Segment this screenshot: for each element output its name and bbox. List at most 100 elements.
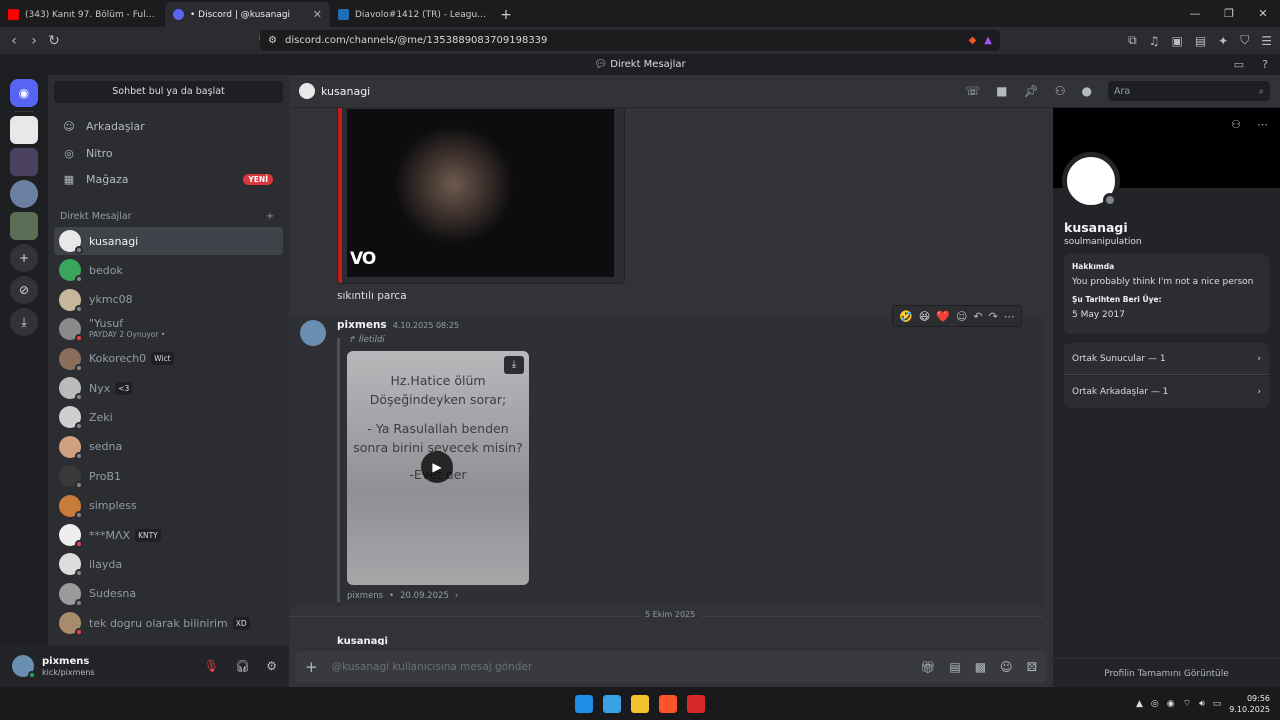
server-icon[interactable]	[10, 116, 38, 144]
add-reaction-icon[interactable]: ☺	[956, 310, 967, 323]
reaction-rofl[interactable]: 🤣	[899, 310, 913, 323]
reply-icon[interactable]: ↶	[973, 310, 982, 323]
attach-icon[interactable]: +	[305, 658, 318, 676]
server-folder-icon[interactable]	[10, 212, 38, 240]
avatar[interactable]	[12, 655, 36, 679]
vpn-icon[interactable]: ⛉	[1240, 33, 1249, 48]
pinned-icon[interactable]: 📌︎	[1024, 84, 1039, 98]
volume-icon[interactable]: 🔊︎	[1199, 699, 1205, 709]
clock[interactable]: 09:56 9.10.2025	[1229, 693, 1270, 715]
mutual-servers[interactable]: Ortak Sunucular — 1 ›	[1064, 343, 1269, 375]
discord-home-icon[interactable]: ◉	[10, 79, 38, 107]
settings-gear-icon[interactable]: ⚙︎	[266, 659, 277, 673]
dm-item[interactable]: ilayda	[54, 550, 283, 578]
brave-shields-icon[interactable]: ◆	[969, 35, 977, 46]
close-window-icon[interactable]: ✕	[1246, 0, 1280, 27]
browser-tab-youtube[interactable]: (343) Kanıt 97. Bölüm - Full Bölüm -	[0, 2, 165, 27]
nav-shop[interactable]: ▦ Mağaza YENİ	[54, 166, 283, 192]
mutual-friends[interactable]: Ortak Arkadaşlar — 1 ›	[1064, 376, 1269, 408]
wifi-icon[interactable]: ⌔	[1183, 698, 1191, 709]
dm-item[interactable]: ***MΛX KNTY	[54, 521, 283, 549]
reload-icon[interactable]: ↻	[44, 33, 64, 49]
download-icon[interactable]: ⤓	[10, 308, 38, 336]
forward-source[interactable]: pixmens • 20.09.2025 ›	[347, 591, 458, 601]
close-tab-icon[interactable]: ✕	[313, 8, 322, 21]
wallet-icon[interactable]: ▤	[1195, 34, 1206, 48]
help-icon[interactable]: ?	[1262, 54, 1268, 75]
dm-item[interactable]: ykmc08	[54, 286, 283, 314]
dm-item[interactable]: sedna	[54, 433, 283, 461]
more-icon[interactable]: ⋯	[1004, 310, 1015, 323]
more-icon[interactable]: ⋯	[1257, 118, 1268, 131]
reaction-heart[interactable]: ❤️	[936, 310, 950, 323]
add-friends-to-dm-icon[interactable]: ⚇	[1055, 84, 1066, 98]
download-icon[interactable]: ⤓	[504, 356, 524, 374]
headphones-icon[interactable]: 🎧︎	[235, 659, 250, 673]
back-icon[interactable]: ‹	[4, 33, 24, 49]
server-icon[interactable]	[10, 180, 38, 208]
message-author[interactable]: pixmens	[337, 319, 387, 331]
nav-friends[interactable]: ☺︎ Arkadaşlar	[54, 113, 283, 139]
site-settings-icon[interactable]: ⚙︎	[268, 35, 277, 46]
voice-call-icon[interactable]: ☏	[965, 84, 980, 98]
battery-icon[interactable]: ▭	[1213, 699, 1222, 709]
user-profile-icon[interactable]: ●	[1082, 84, 1092, 98]
sticker-icon[interactable]: ▩	[975, 660, 986, 674]
add-friend-icon[interactable]: ⚇	[1231, 118, 1241, 131]
windows-start-icon[interactable]	[575, 694, 593, 713]
address-bar[interactable]: ⚙︎ discord.com/channels/@me/135388908370…	[260, 30, 1000, 51]
browser-tab-leagueofgraphs[interactable]: Diavolo#1412 (TR) - LeagueOfGraphs	[330, 2, 495, 27]
server-icon[interactable]	[10, 148, 38, 176]
app-icon[interactable]	[687, 694, 705, 713]
find-conversation-button[interactable]: Sohbet bul ya da başlat	[54, 81, 283, 103]
menu-icon[interactable]: ☰	[1261, 34, 1272, 48]
dm-item[interactable]: tek dogru olarak bilinirim XD	[54, 609, 283, 637]
dm-item[interactable]: Kokorech0 Wict	[54, 345, 283, 373]
discover-icon[interactable]: ⊘	[10, 276, 38, 304]
message-author[interactable]: kusanagi	[337, 636, 388, 645]
dm-item[interactable]: Nyx <3	[54, 374, 283, 402]
media-icon[interactable]: ♫	[1149, 34, 1160, 48]
video-call-icon[interactable]: ■	[996, 84, 1007, 98]
gif-icon[interactable]: ▤	[949, 660, 960, 674]
apps-icon[interactable]: ⚄	[1027, 660, 1037, 674]
forward-icon[interactable]: ↷	[989, 310, 998, 323]
dm-item[interactable]: simpless	[54, 492, 283, 520]
view-full-profile-button[interactable]: Profilin Tamamını Görüntüle	[1053, 658, 1280, 679]
dm-item[interactable]: ProB1	[54, 462, 283, 490]
video-attachment[interactable]: Hz.Hatice ölüm Döşeğindeyken sorar; - Ya…	[347, 351, 529, 585]
dm-item[interactable]: Zeki	[54, 403, 283, 431]
play-icon[interactable]: ▶	[421, 451, 453, 483]
photos-icon[interactable]	[603, 694, 621, 713]
nvidia-icon[interactable]: ▲	[1136, 699, 1143, 709]
avatar[interactable]	[300, 320, 326, 346]
video-embed[interactable]: VO	[337, 108, 625, 284]
mic-muted-icon[interactable]: 🎙︎	[204, 659, 219, 673]
file-explorer-icon[interactable]	[631, 694, 649, 713]
sidebar-icon[interactable]: ▣	[1171, 34, 1182, 48]
leo-icon[interactable]: ✦	[1218, 34, 1228, 48]
add-server-icon[interactable]: +	[10, 244, 38, 272]
search-input[interactable]: Ara ⌕	[1108, 81, 1270, 101]
create-dm-icon[interactable]: +	[266, 211, 274, 222]
dm-item[interactable]: Sudesna	[54, 580, 283, 608]
screenshot-icon[interactable]: ⧉	[1128, 33, 1137, 48]
message-input[interactable]: + @kusanagi kullanıcısına mesaj gönder 🎁…	[295, 651, 1047, 683]
dm-item[interactable]: "Yusuf PAYDAY 2 Oynuyor •	[54, 315, 283, 343]
new-tab-button[interactable]: +	[495, 2, 517, 27]
inbox-icon[interactable]: ▭	[1234, 54, 1244, 75]
gift-icon[interactable]: 🎁︎	[920, 660, 935, 674]
nav-nitro[interactable]: ◎ Nitro	[54, 140, 283, 166]
reaction-laugh[interactable]: 😆	[919, 310, 930, 323]
dm-item[interactable]: kusanagi	[54, 227, 283, 255]
browser-tab-discord[interactable]: • Discord | @kusanagi ✕	[165, 2, 330, 27]
brave-rewards-icon[interactable]: ▲	[984, 35, 992, 46]
maximize-icon[interactable]: ❐	[1212, 0, 1246, 27]
brave-icon[interactable]	[659, 694, 677, 713]
forward-icon[interactable]: ›	[24, 33, 44, 49]
emoji-icon[interactable]: ☺	[1000, 660, 1013, 674]
profile-avatar[interactable]	[1062, 152, 1120, 210]
minimize-icon[interactable]: —	[1178, 0, 1212, 27]
video-thumbnail[interactable]	[347, 109, 614, 277]
steam-icon[interactable]: ◉	[1167, 699, 1175, 709]
